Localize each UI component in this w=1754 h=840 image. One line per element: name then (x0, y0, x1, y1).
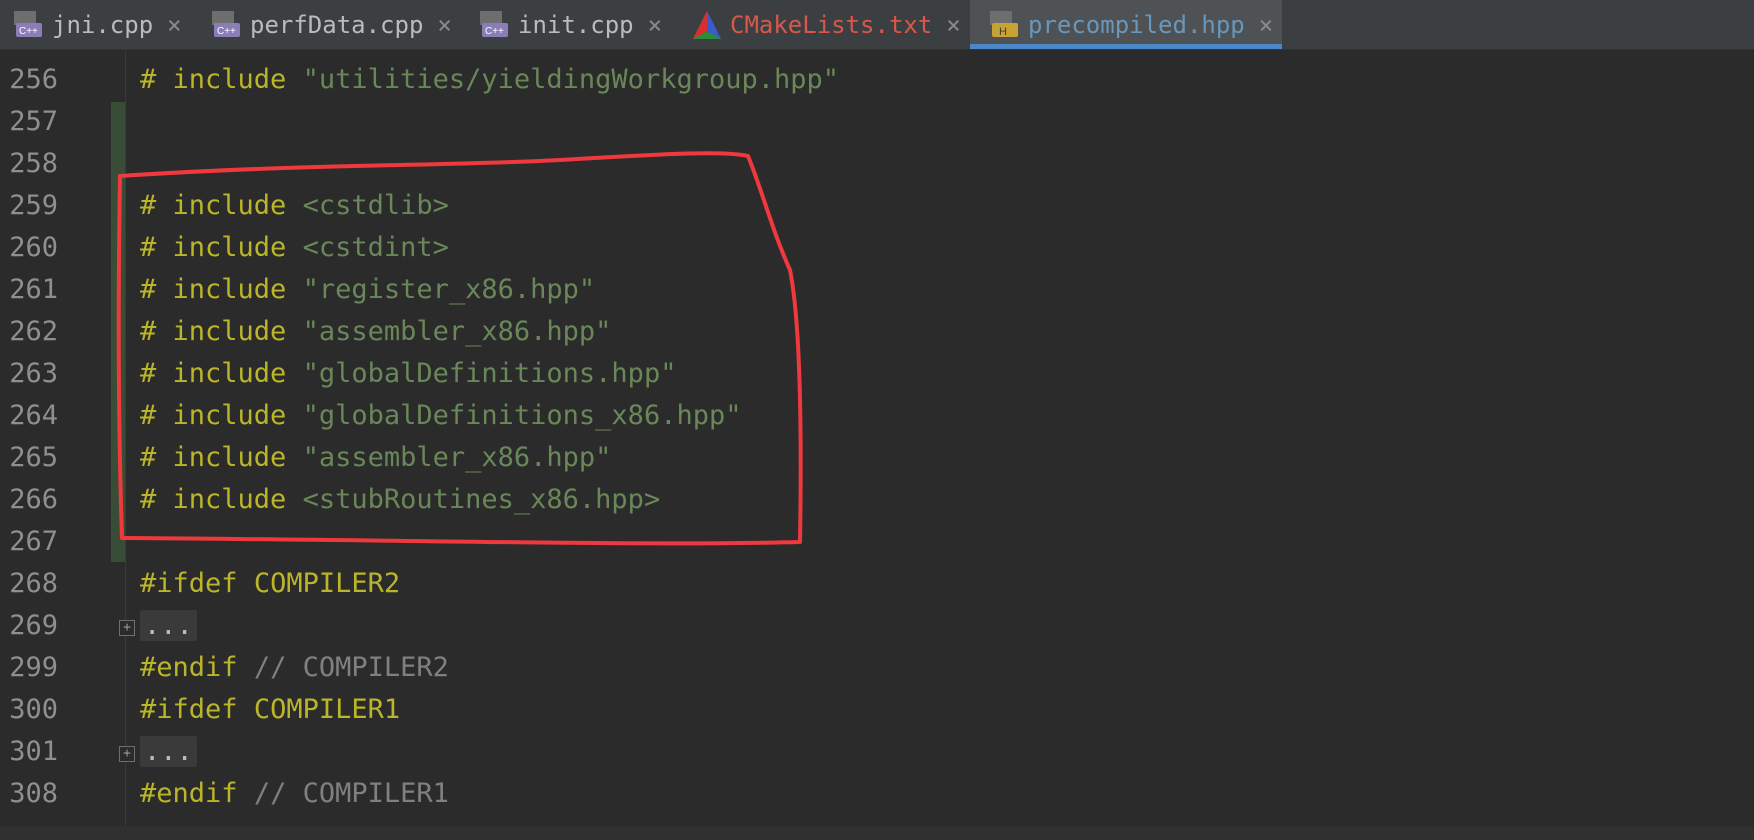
hand-drawn-annotation (116, 151, 803, 546)
horizontal-scrollbar[interactable] (0, 826, 1754, 840)
